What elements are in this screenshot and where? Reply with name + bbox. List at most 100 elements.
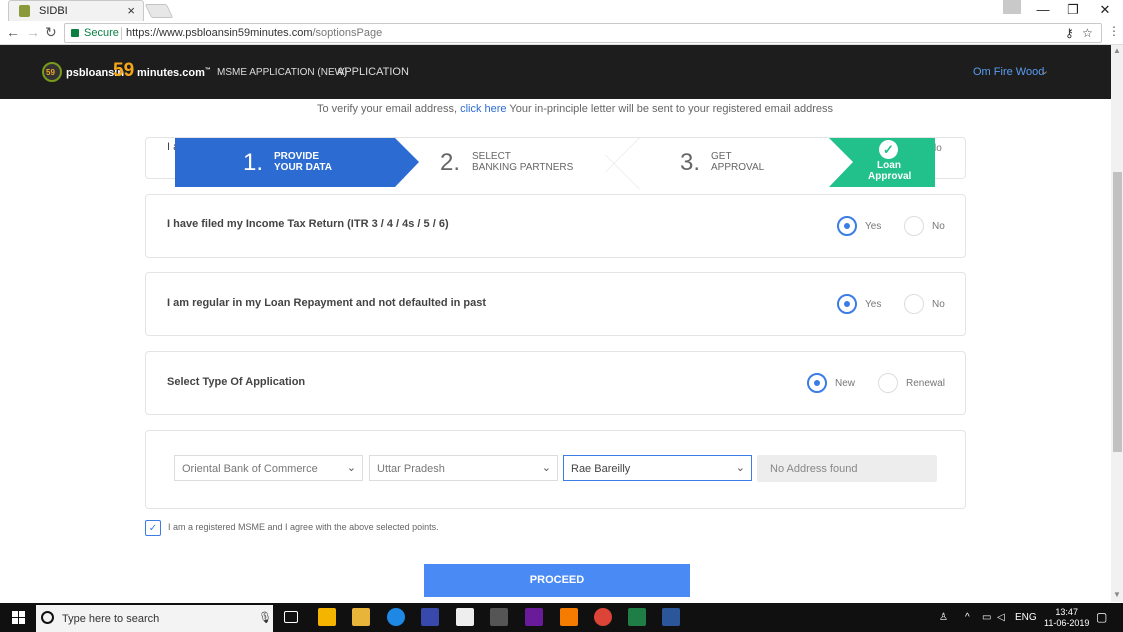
step-1-line1: PROVIDE xyxy=(274,151,320,162)
lock-icon xyxy=(71,29,79,37)
site-header: 59 psbloansin 59 minutes.com™ MSME APPLI… xyxy=(0,45,1111,99)
scrollbar-thumb[interactable] xyxy=(1113,172,1122,452)
step-4-line2: Approval xyxy=(868,171,912,182)
repayment-yes-label[interactable]: Yes xyxy=(865,299,881,310)
address-bar[interactable]: Secure https://www.psbloansin59minutes.c… xyxy=(64,23,1102,43)
back-arrow-icon[interactable]: ← xyxy=(6,24,20,40)
restore-icon[interactable]: ❐ xyxy=(1058,0,1088,21)
step-2: 2. SELECT BANKING PARTNERS xyxy=(396,138,636,187)
minimize-icon[interactable]: — xyxy=(1028,0,1058,21)
word-icon[interactable] xyxy=(662,608,680,626)
verify-email-link[interactable]: click here xyxy=(460,103,506,115)
browser-toolbar: ← → ↻ Secure https://www.psbloansin59min… xyxy=(0,21,1123,45)
window-close-icon[interactable]: ✕ xyxy=(1090,0,1120,21)
step-1-label: PROVIDE YOUR DATA xyxy=(274,151,332,173)
proceed-button[interactable]: PROCEED xyxy=(424,564,690,597)
app-type-new-radio[interactable] xyxy=(807,373,827,393)
task-view-icon[interactable] xyxy=(284,611,298,623)
taskbar-clock[interactable]: 13:47 11-06-2019 xyxy=(1044,607,1089,629)
app-type-new-label[interactable]: New xyxy=(835,378,855,389)
network-icon[interactable]: ▭ xyxy=(982,612,991,623)
bank-select-value: Oriental Bank of Commerce xyxy=(182,463,318,475)
store-icon[interactable] xyxy=(318,608,336,626)
agreement-label[interactable]: I am a registered MSME and I agree with … xyxy=(168,522,439,532)
browser-tab-strip: SIDBI × — ❐ ✕ xyxy=(0,0,1123,21)
itr-no-label[interactable]: No xyxy=(932,221,945,232)
tab-close-icon[interactable]: × xyxy=(127,3,135,18)
city-select[interactable]: Rae Bareilly ⌄ xyxy=(563,455,752,481)
step-4-label: Loan Approval xyxy=(868,160,912,182)
logo-badge-icon: 59 xyxy=(42,62,62,82)
calculator-icon[interactable] xyxy=(490,608,508,626)
bank-select[interactable]: Oriental Bank of Commerce ⌄ xyxy=(174,455,363,481)
agreement-checkbox[interactable]: ✓ xyxy=(145,520,161,536)
scroll-down-icon[interactable]: ▼ xyxy=(1113,590,1121,599)
people-icon[interactable]: ♙ xyxy=(939,612,948,623)
chevron-down-icon: ⌄ xyxy=(541,462,551,474)
step-3-number: 3. xyxy=(680,149,701,176)
tray-expand-icon[interactable]: ^ xyxy=(965,612,970,623)
browser-tab[interactable]: SIDBI × xyxy=(8,0,144,21)
branch-address-field: No Address found xyxy=(757,455,937,482)
step-3-line1: GET xyxy=(711,151,732,162)
question-card-repayment: I am regular in my Loan Repayment and no… xyxy=(145,272,966,336)
key-icon[interactable]: ⚷ xyxy=(1065,26,1074,40)
url-text: https://www.psbloansin59minutes.com/sopt… xyxy=(126,27,382,39)
user-menu[interactable]: Om Fire Wood xyxy=(973,66,1044,78)
step-3-line2: APPROVAL xyxy=(711,162,765,173)
itr-no-radio[interactable] xyxy=(904,216,924,236)
chrome-icon[interactable] xyxy=(594,608,612,626)
file-explorer-icon[interactable] xyxy=(352,608,370,626)
app-icon[interactable] xyxy=(525,608,543,626)
app-type-renewal-label[interactable]: Renewal xyxy=(906,378,945,389)
step-2-line2: BANKING PARTNERS xyxy=(472,162,574,173)
notification-icon[interactable]: ▢ xyxy=(1096,610,1107,624)
language-indicator[interactable]: ENG xyxy=(1015,612,1037,623)
outlook-icon[interactable] xyxy=(560,608,578,626)
hidden-no-label: lo xyxy=(934,143,942,154)
logo-number[interactable]: 59 xyxy=(113,60,134,82)
itr-yes-radio[interactable] xyxy=(837,216,857,236)
mail-icon[interactable] xyxy=(456,608,474,626)
chevron-down-icon: ⌄ xyxy=(346,462,356,474)
cortana-icon xyxy=(41,611,54,624)
repayment-yes-radio[interactable] xyxy=(837,294,857,314)
excel-icon[interactable] xyxy=(628,608,646,626)
taskbar-search-placeholder: Type here to search xyxy=(62,613,160,625)
bookmark-star-icon[interactable]: ☆ xyxy=(1082,26,1093,40)
step-3-label: GET APPROVAL xyxy=(711,151,764,173)
step-4-line1: Loan xyxy=(877,160,901,171)
more-menu-icon[interactable]: ⋮ xyxy=(1108,24,1120,38)
new-tab-button[interactable] xyxy=(144,4,174,18)
step-2-line1: SELECT xyxy=(472,151,511,162)
nav-msme-application[interactable]: MSME APPLICATION (NEW) xyxy=(217,67,347,78)
nav-application[interactable]: APPLICATION xyxy=(337,66,409,78)
reload-icon[interactable]: ↻ xyxy=(45,24,57,41)
city-select-value: Rae Bareilly xyxy=(571,463,631,475)
url-host: https://www.psbloansin59minutes.com xyxy=(126,27,313,39)
question-card-app-type: Select Type Of Application New Renewal xyxy=(145,351,966,415)
question-repayment-text: I am regular in my Loan Repayment and no… xyxy=(167,297,487,309)
internet-explorer-icon[interactable] xyxy=(387,608,405,626)
verify-text-before: To verify your email address, xyxy=(317,103,457,115)
verify-email-notice: To verify your email address, click here… xyxy=(317,103,833,115)
microphone-icon[interactable]: 🎙 xyxy=(258,611,272,624)
repayment-no-label[interactable]: No xyxy=(932,299,945,310)
tw-app-icon[interactable] xyxy=(421,608,439,626)
windows-start-icon[interactable] xyxy=(12,611,25,624)
itr-yes-label[interactable]: Yes xyxy=(865,221,881,232)
taskbar-search-box[interactable]: Type here to search 🎙 xyxy=(36,605,273,632)
step-2-number: 2. xyxy=(440,149,461,176)
secure-label: Secure xyxy=(84,27,119,39)
logo-suffix[interactable]: minutes.com™ xyxy=(137,67,211,79)
site-favicon-icon xyxy=(19,5,30,17)
volume-icon[interactable]: ◁ xyxy=(997,612,1005,623)
step-2-label: SELECT BANKING PARTNERS xyxy=(472,151,573,173)
repayment-no-radio[interactable] xyxy=(904,294,924,314)
state-select[interactable]: Uttar Pradesh ⌄ xyxy=(369,455,558,481)
forward-arrow-icon[interactable]: → xyxy=(26,24,40,40)
app-type-renewal-radio[interactable] xyxy=(878,373,898,393)
profile-icon[interactable] xyxy=(1003,0,1021,14)
scroll-up-icon[interactable]: ▲ xyxy=(1113,46,1121,55)
chevron-down-icon[interactable]: ⌄ xyxy=(1040,64,1049,77)
